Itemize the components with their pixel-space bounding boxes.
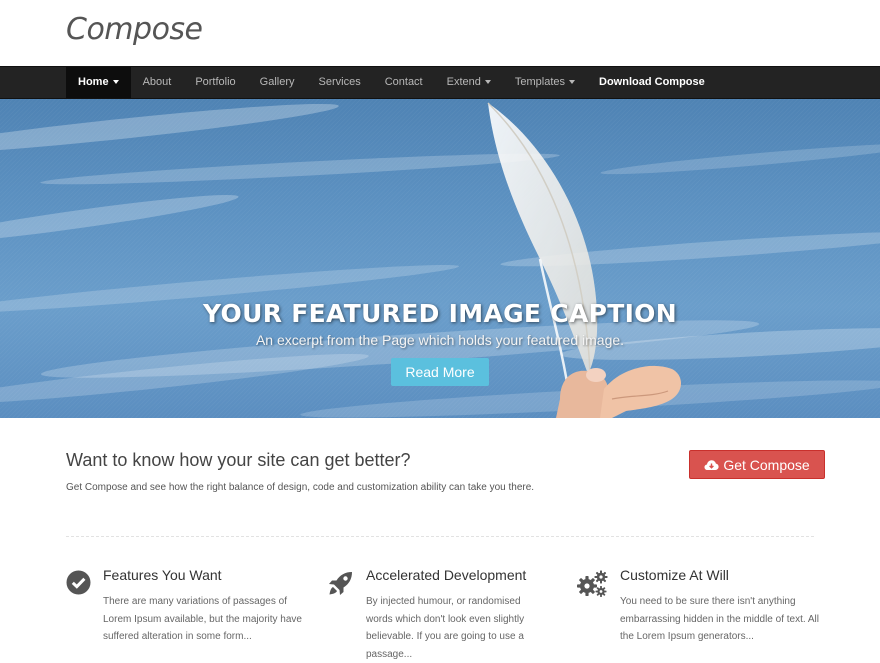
get-compose-label: Get Compose	[723, 456, 810, 473]
nav-item-download[interactable]: Download Compose	[587, 67, 717, 98]
feature-text: By injected humour, or randomised words …	[366, 596, 525, 660]
feature-title: Customize At Will	[620, 567, 729, 583]
cta-heading: Want to know how your site can get bette…	[66, 450, 411, 470]
read-more-button[interactable]: Read More	[391, 358, 489, 386]
nav-label: Portfolio	[195, 76, 236, 88]
nav-label: Templates	[514, 76, 566, 88]
main-navigation: Home About Portfolio Gallery Services Co…	[0, 66, 880, 99]
gears-icon	[577, 570, 608, 597]
chevron-down-icon	[569, 80, 576, 85]
check-circle-icon	[66, 570, 91, 595]
nav-label: Home	[78, 76, 109, 88]
feature-title: Accelerated Development	[366, 567, 527, 583]
feature-text: There are many variations of passages of…	[103, 596, 302, 642]
nav-item-services[interactable]: Services	[307, 67, 373, 98]
nav-item-extend[interactable]: Extend	[435, 67, 503, 98]
chevron-down-icon	[484, 80, 491, 85]
rocket-icon	[329, 572, 352, 595]
hero-caption: YOUR FEATURED IMAGE CAPTION An excerpt f…	[0, 299, 880, 386]
cloud-download-icon	[704, 459, 719, 470]
nav-item-gallery[interactable]: Gallery	[248, 67, 307, 98]
features-section: Features You Want There are many variati…	[0, 536, 880, 660]
nav-item-templates[interactable]: Templates	[503, 67, 587, 98]
cta-text: Get Compose and see how the right balanc…	[66, 482, 535, 493]
feature-title: Features You Want	[103, 567, 222, 583]
call-to-action: Want to know how your site can get bette…	[0, 418, 880, 537]
nav-label: About	[142, 76, 172, 88]
nav-item-portfolio[interactable]: Portfolio	[183, 67, 247, 98]
hero-title: YOUR FEATURED IMAGE CAPTION	[203, 299, 677, 328]
nav-label: Contact	[384, 76, 423, 88]
site-header: Compose	[0, 0, 880, 66]
nav-label: Services	[318, 76, 361, 88]
nav-label: Gallery	[259, 76, 295, 88]
get-compose-button[interactable]: Get Compose	[689, 450, 825, 479]
hero-banner: YOUR FEATURED IMAGE CAPTION An excerpt f…	[0, 99, 880, 418]
site-logo[interactable]: Compose	[66, 12, 203, 47]
nav-item-about[interactable]: About	[131, 67, 184, 98]
nav-item-contact[interactable]: Contact	[373, 67, 435, 98]
nav-label: Download Compose	[599, 76, 705, 88]
nav-item-home[interactable]: Home	[66, 67, 131, 98]
hero-subtitle: An excerpt from the Page which holds you…	[255, 332, 625, 348]
feature-text: You need to be sure there isn't anything…	[620, 596, 819, 642]
nav-label: Extend	[446, 76, 481, 88]
chevron-down-icon	[112, 80, 119, 85]
